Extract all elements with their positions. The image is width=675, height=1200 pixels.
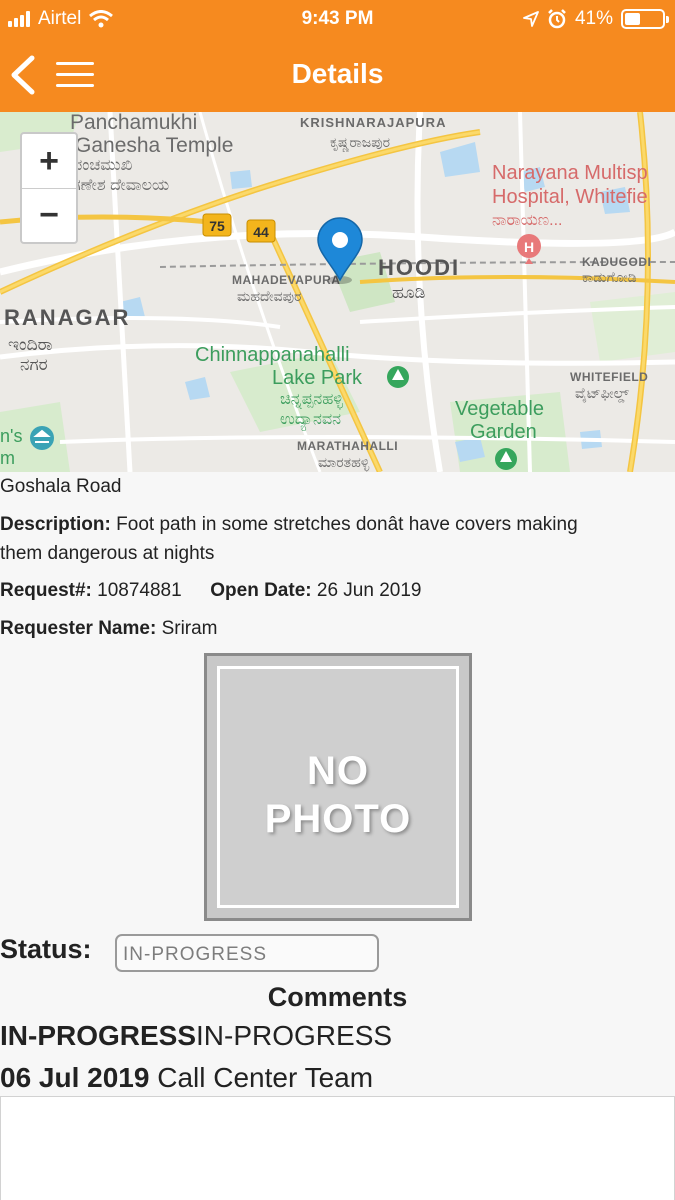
app-header: Airtel 9:43 PM 41% Details — [0, 0, 675, 112]
comment-date-line: 06 Jul 2019 Call Center Team — [0, 1062, 373, 1094]
no-photo-placeholder[interactable]: NO PHOTO — [204, 653, 472, 921]
requester-name: Sriram — [161, 618, 218, 639]
map-label-kadugodi-kn: ಕಾಡುಗೋಡಿ — [582, 269, 637, 285]
map-label-mahadevapura: MAHADEVAPURA — [232, 273, 340, 287]
requester-label: Requester Name: — [0, 618, 157, 639]
description-line-1: Description: Foot path in some stretches… — [0, 514, 578, 536]
description-text-1: Foot path in some stretches donât have c… — [116, 514, 578, 535]
comment-date: 06 Jul 2019 — [0, 1062, 150, 1093]
comment-input[interactable] — [0, 1096, 675, 1200]
map-label-marathahalli-kn: ಮಾರತಹಳ್ಳಿ — [318, 454, 369, 471]
map-label-narayana-kn: ನಾರಾಯಣ... — [492, 212, 562, 229]
road-shield-75: 75 — [209, 218, 225, 234]
museum-marker-icon[interactable] — [30, 426, 54, 450]
map-label-narayana2: Hospital, Whitefie — [492, 186, 648, 208]
svg-text:H: H — [524, 239, 534, 255]
map-label-ganesha-kn1: ಪಂಚಮುಖಿ — [72, 157, 133, 174]
hospital-marker-icon[interactable]: H — [517, 234, 541, 264]
description-label: Description: — [0, 514, 111, 535]
description-line-2: them dangerous at nights — [0, 543, 214, 565]
no-photo-line-1: NO — [307, 749, 369, 793]
battery-percent: 41% — [574, 8, 613, 29]
map-canvas[interactable]: 75 44 Panchamukhi Ganesha Temple ಪಂಚಮುಖಿ… — [0, 112, 675, 472]
map-label-ranagar-kn2: ನಗರ — [20, 355, 48, 374]
open-date-label: Open Date: — [210, 580, 312, 601]
map-label-chinnappanahalli: Chinnappanahalli — [195, 344, 350, 366]
map-label-krishnarajapura: KRISHNARAJAPURA — [300, 115, 446, 130]
map-label-marathahalli: MARATHAHALLI — [297, 439, 398, 453]
requester-line: Requester Name: Sriram — [0, 618, 218, 640]
park-marker-icon[interactable] — [387, 366, 409, 388]
map-label-edge2: m — [0, 448, 15, 468]
map-label-ganesha-kn2: ಗಣೇಶ ದೇವಾಲಯ — [72, 177, 169, 194]
map-label-ganesha: Ganesha Temple — [75, 134, 233, 157]
zoom-in-button[interactable]: + — [22, 134, 76, 188]
comments-heading: Comments — [267, 982, 408, 1012]
map-label-vegetable: Vegetable — [455, 398, 544, 420]
battery-icon — [621, 9, 669, 29]
garden-marker-icon[interactable] — [495, 448, 517, 470]
map-label-panchamukhi: Panchamukhi — [70, 112, 197, 134]
road-shield-44: 44 — [253, 224, 269, 240]
navigation-bar: Details — [0, 38, 675, 112]
map-label-narayana1: Narayana Multisp — [492, 162, 648, 184]
location-map[interactable]: 75 44 Panchamukhi Ganesha Temple ಪಂಚಮುಖಿ… — [0, 112, 675, 472]
address-text: Goshala Road — [0, 476, 122, 497]
map-label-kadugodi: KADUGODI — [582, 255, 651, 269]
map-label-lakepark: Lake Park — [272, 367, 363, 389]
map-label-lakepark-kn2: ಉದ್ಯಾನವನ — [280, 411, 341, 431]
comment-status-line: IN-PROGRESSIN-PROGRESS — [0, 1020, 392, 1052]
map-label-ranagar: RANAGAR — [4, 305, 130, 330]
zoom-out-button[interactable]: − — [22, 188, 76, 242]
status-field[interactable]: IN-PROGRESS — [115, 934, 379, 972]
map-label-whitefield-kn: ವೈಟ್‌ಫೀಲ್ಡ್ — [575, 385, 629, 402]
request-number: 10874881 — [97, 580, 182, 601]
comment-status-bold: IN-PROGRESS — [0, 1020, 197, 1051]
status-label: Status: — [0, 934, 92, 964]
map-label-lakepark-kn1: ಚಿನ್ನಪ್ಪನಹಳ್ಳಿ — [280, 391, 344, 409]
map-label-whitefield: WHITEFIELD — [570, 370, 648, 384]
map-label-ranagar-kn1: ಇಂದಿರಾ — [8, 335, 53, 354]
open-date-value: 26 Jun 2019 — [316, 580, 422, 601]
map-label-krishnarajapura-kn: ಕೃಷ್ಣರಾಜಪುರ — [330, 134, 390, 152]
map-zoom-control: + − — [20, 132, 78, 244]
no-photo-line-2: PHOTO — [264, 797, 412, 841]
map-label-hoodi-kn: ಹೂಡಿ — [392, 283, 425, 302]
status-bar: Airtel 9:43 PM 41% — [0, 0, 675, 38]
map-label-hoodi: HOODI — [378, 255, 460, 280]
map-label-edge1: n's — [0, 426, 22, 446]
map-label-garden: Garden — [470, 421, 537, 443]
request-line: Request#: 10874881 Open Date: 26 Jun 201… — [0, 580, 421, 602]
map-label-mahadevapura-kn: ಮಹದೇವಪುರ — [237, 288, 301, 304]
description-text-2: them dangerous at nights — [0, 543, 215, 564]
alarm-icon — [548, 9, 566, 29]
request-label: Request#: — [0, 580, 92, 601]
comment-status-text: IN-PROGRESS — [196, 1020, 393, 1051]
address-line: Goshala Road — [0, 476, 121, 498]
comment-author: Call Center Team — [157, 1062, 374, 1093]
page-title: Details — [291, 58, 384, 89]
location-arrow-icon — [523, 11, 539, 27]
